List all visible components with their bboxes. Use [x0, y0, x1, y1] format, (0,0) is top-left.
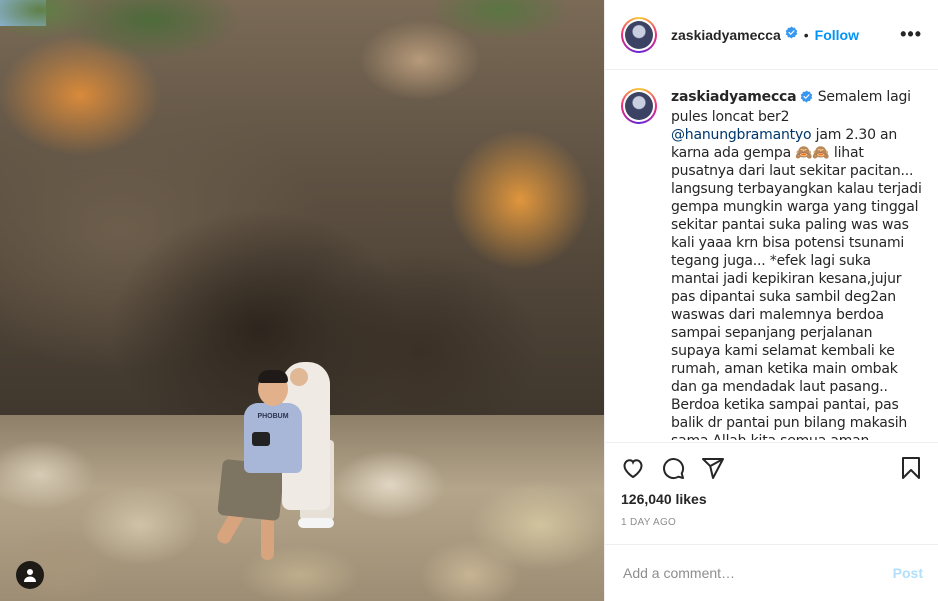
- caption-area: zaskiadyamecca Semalem lagi pules loncat…: [605, 70, 938, 440]
- cliff-plants: [0, 0, 604, 80]
- paper-plane-icon[interactable]: [701, 456, 725, 480]
- likes-count[interactable]: 126,040 likes: [605, 481, 938, 507]
- caption-username[interactable]: zaskiadyamecca: [671, 89, 797, 105]
- camera: [252, 432, 270, 446]
- more-options-button[interactable]: •••: [900, 24, 922, 45]
- post-sidebar: zaskiadyamecca • Follow ••• zaskiadyamec…: [604, 0, 938, 601]
- woman-face: [290, 368, 308, 386]
- post-comment-button[interactable]: Post: [893, 565, 923, 581]
- avatar-inner: [623, 18, 655, 51]
- instagram-post: PHOBUM zaskiadyamecca • Follow ••• zaski…: [0, 0, 938, 601]
- verified-badge-icon: [785, 26, 798, 44]
- post-timestamp[interactable]: 1 DAY AGO: [605, 507, 938, 528]
- post-header: zaskiadyamecca • Follow •••: [605, 0, 938, 70]
- avatar-image: [625, 20, 653, 49]
- post-photo[interactable]: PHOBUM: [0, 0, 604, 601]
- caption-text: zaskiadyamecca Semalem lagi pules loncat…: [671, 88, 922, 440]
- shirt-print: PHOBUM: [257, 413, 289, 420]
- separator-dot: •: [803, 26, 809, 43]
- man-hair: [258, 370, 288, 383]
- action-bar: [605, 443, 938, 481]
- avatar-inner: [623, 90, 655, 122]
- comment-bar: Post: [605, 544, 938, 601]
- heart-icon[interactable]: [621, 456, 645, 480]
- caption-avatar[interactable]: [621, 88, 657, 124]
- comment-bubble-icon[interactable]: [661, 456, 685, 480]
- follow-button[interactable]: Follow: [815, 27, 859, 43]
- caption-part2: jam 2.30 an karna ada gempa 🙈🙈 lihat pus…: [671, 127, 922, 440]
- bookmark-icon[interactable]: [899, 456, 923, 480]
- mention-link[interactable]: @hanungbramantyo: [671, 127, 812, 143]
- user-tag-icon[interactable]: [16, 561, 44, 589]
- avatar[interactable]: [621, 16, 657, 53]
- verified-badge-icon: [800, 90, 813, 108]
- avatar-image: [625, 92, 653, 120]
- username-link[interactable]: zaskiadyamecca: [671, 27, 781, 43]
- comment-input[interactable]: [621, 564, 893, 582]
- woman-shoes: [298, 518, 334, 528]
- actions-section: 126,040 likes 1 DAY AGO: [605, 442, 938, 528]
